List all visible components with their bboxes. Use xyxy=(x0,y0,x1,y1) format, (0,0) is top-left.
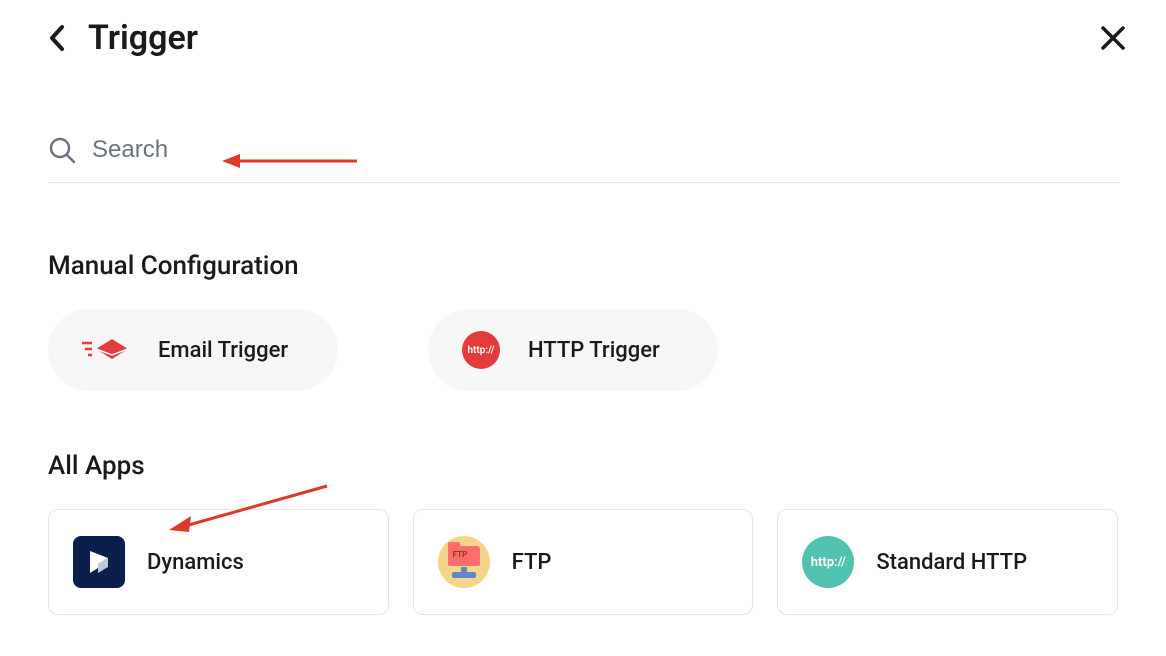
all-apps-items: Dynamics FTP FTP http:// Standard HTTP xyxy=(48,509,1118,615)
http-trigger-label: HTTP Trigger xyxy=(528,338,660,363)
manual-configuration-title: Manual Configuration xyxy=(48,251,1118,281)
http-trigger-button[interactable]: http:// HTTP Trigger xyxy=(428,309,718,391)
http-trigger-icon: http:// xyxy=(462,331,500,369)
search-input[interactable] xyxy=(92,136,1118,164)
close-icon[interactable] xyxy=(1100,25,1126,51)
all-apps-section: All Apps Dynamics FTP xyxy=(48,451,1118,615)
standard-http-label: Standard HTTP xyxy=(876,550,1027,575)
ftp-icon: FTP xyxy=(438,536,490,588)
standard-http-icon-text: http:// xyxy=(811,555,846,570)
dynamics-card[interactable]: Dynamics xyxy=(48,509,389,615)
manual-configuration-items: Email Trigger http:// HTTP Trigger xyxy=(48,309,1118,391)
standard-http-card[interactable]: http:// Standard HTTP xyxy=(777,509,1118,615)
email-trigger-label: Email Trigger xyxy=(158,338,288,363)
dynamics-label: Dynamics xyxy=(147,550,244,575)
dynamics-icon xyxy=(73,536,125,588)
email-trigger-icon xyxy=(82,334,130,366)
all-apps-title: All Apps xyxy=(48,451,1118,481)
http-trigger-icon-text: http:// xyxy=(467,345,494,356)
back-icon[interactable] xyxy=(48,23,68,53)
ftp-card[interactable]: FTP FTP xyxy=(413,509,754,615)
email-trigger-button[interactable]: Email Trigger xyxy=(48,309,338,391)
ftp-icon-text: FTP xyxy=(453,550,468,559)
ftp-label: FTP xyxy=(512,550,552,575)
standard-http-icon: http:// xyxy=(802,536,854,588)
search-icon xyxy=(48,136,76,164)
manual-configuration-section: Manual Configuration Email Trigger http:… xyxy=(48,251,1118,391)
page-title: Trigger xyxy=(88,18,198,58)
header-left: Trigger xyxy=(48,18,198,58)
header: Trigger xyxy=(0,0,1166,58)
search-bar[interactable] xyxy=(48,136,1118,183)
